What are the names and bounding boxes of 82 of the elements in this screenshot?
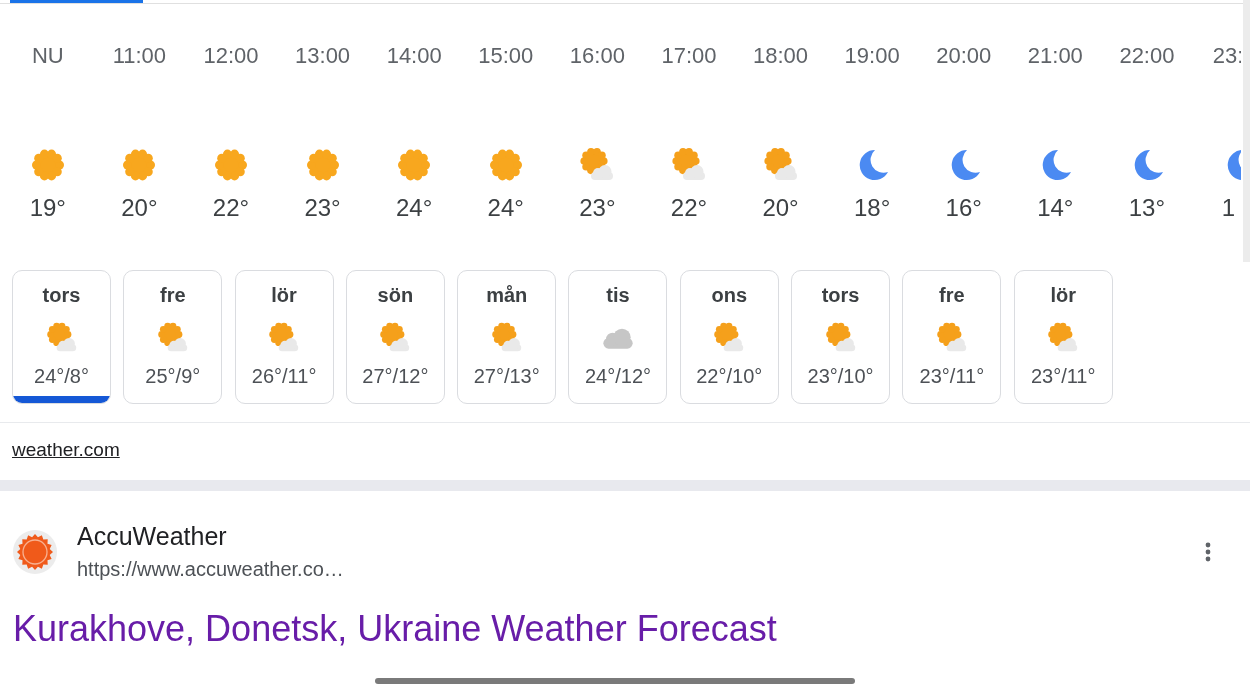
day-card[interactable]: tors 24°/8° [12,270,111,404]
sun-cloud-icon [824,322,857,354]
temperature-range: 23°/10° [807,364,874,388]
hour-label: 13:00 [295,42,351,70]
sun-cloud-icon [45,322,78,354]
more-options-icon[interactable] [1205,541,1211,562]
hour-label: 20:00 [936,42,992,70]
day-card[interactable]: lör 23°/11° [1013,270,1113,404]
hour-label: 22:00 [1119,42,1175,70]
sun-cloud-icon [713,322,746,354]
site-name: AccuWeather [77,521,227,551]
day-card[interactable]: sön 27°/12° [345,270,445,404]
temperature-label: 22° [670,194,708,222]
temperature-range: 24°/12° [584,364,651,388]
hour-label: 11:00 [112,42,167,70]
day-name: fre [160,283,186,307]
sun-cloud-icon [268,322,301,354]
day-name: tors [42,283,81,307]
hour-label: 19:00 [844,42,900,70]
sun-cloud-icon [1047,322,1080,354]
temperature-label: 22° [212,194,250,222]
day-card[interactable]: fre 23°/11° [902,270,1002,404]
day-name: tors [821,283,860,307]
day-name: tis [606,283,630,307]
temperature-label: 20° [762,194,799,222]
temperature-range: 23°/11° [1030,364,1096,388]
temperature-range: 27°/12° [362,364,429,388]
sun-cloud-icon [762,147,799,183]
temperature-label: 16° [945,194,982,222]
day-name: ons [711,283,748,307]
day-card[interactable]: tors 23°/10° [791,270,891,404]
temperature-range: 26°/11° [251,364,317,388]
day-card[interactable]: fre 25°/9° [123,270,223,404]
day-card[interactable]: mån 27°/13° [457,270,557,404]
day-card[interactable]: ons 22°/10° [679,270,779,404]
sun-cloud-icon [579,147,616,183]
sun-cloud-icon [379,322,412,354]
hour-label: 17:00 [661,42,717,70]
site-url: https://www.accuweather.co… [77,557,344,582]
day-card[interactable]: lör 26°/11° [234,270,334,404]
sun-icon [213,147,249,183]
day-name: lör [271,283,297,307]
temperature-label: 24° [487,194,524,222]
hour-label: 18:00 [753,42,809,70]
hour-label: NU [31,42,64,70]
temperature-label: 13° [1128,194,1166,222]
temperature-label: 24° [396,194,433,222]
day-name: sön [377,283,414,307]
temperature-range: 24°/8° [34,364,89,388]
sun-icon [304,147,341,183]
temperature-range: 27°/13° [473,364,540,388]
day-name: fre [939,283,965,307]
sun-cloud-icon [670,147,707,183]
temperature-label: 14° [1037,194,1074,222]
temperature-label: 19° [29,194,66,222]
hour-label: 15:00 [478,42,534,70]
sun-cloud-icon [935,322,968,354]
hour-label: 14:00 [386,42,442,70]
temperature-range: 22°/10° [696,364,763,388]
temperature-label: 1 [1221,194,1236,222]
hour-label: 23: [1212,42,1241,70]
day-name: mån [486,283,528,307]
source-link[interactable]: weather.com [12,438,120,462]
sun-cloud-icon [156,322,189,354]
temperature-label: 18° [854,194,891,222]
hour-label: 16:00 [569,42,625,70]
temperature-label: 20° [121,194,158,222]
temperature-range: 25°/9° [145,364,201,388]
temperature-label: 23° [579,194,616,222]
sun-icon [121,147,158,183]
temperature-range: 23°/11° [919,364,985,388]
sun-icon [29,147,66,183]
result-title-link[interactable]: Kurakhove, Donetsk, Ukraine Weather Forecast [13,608,777,650]
hour-label: 21:00 [1027,42,1083,70]
sun-icon [487,147,524,183]
temperature-label: 23° [304,194,341,222]
sun-cloud-icon [490,322,523,354]
day-name: lör [1050,283,1076,307]
sun-logo-icon [13,529,57,574]
sun-icon [396,147,433,183]
day-card[interactable]: tis 24°/12° [568,270,668,404]
hour-label: 12:00 [203,42,259,70]
